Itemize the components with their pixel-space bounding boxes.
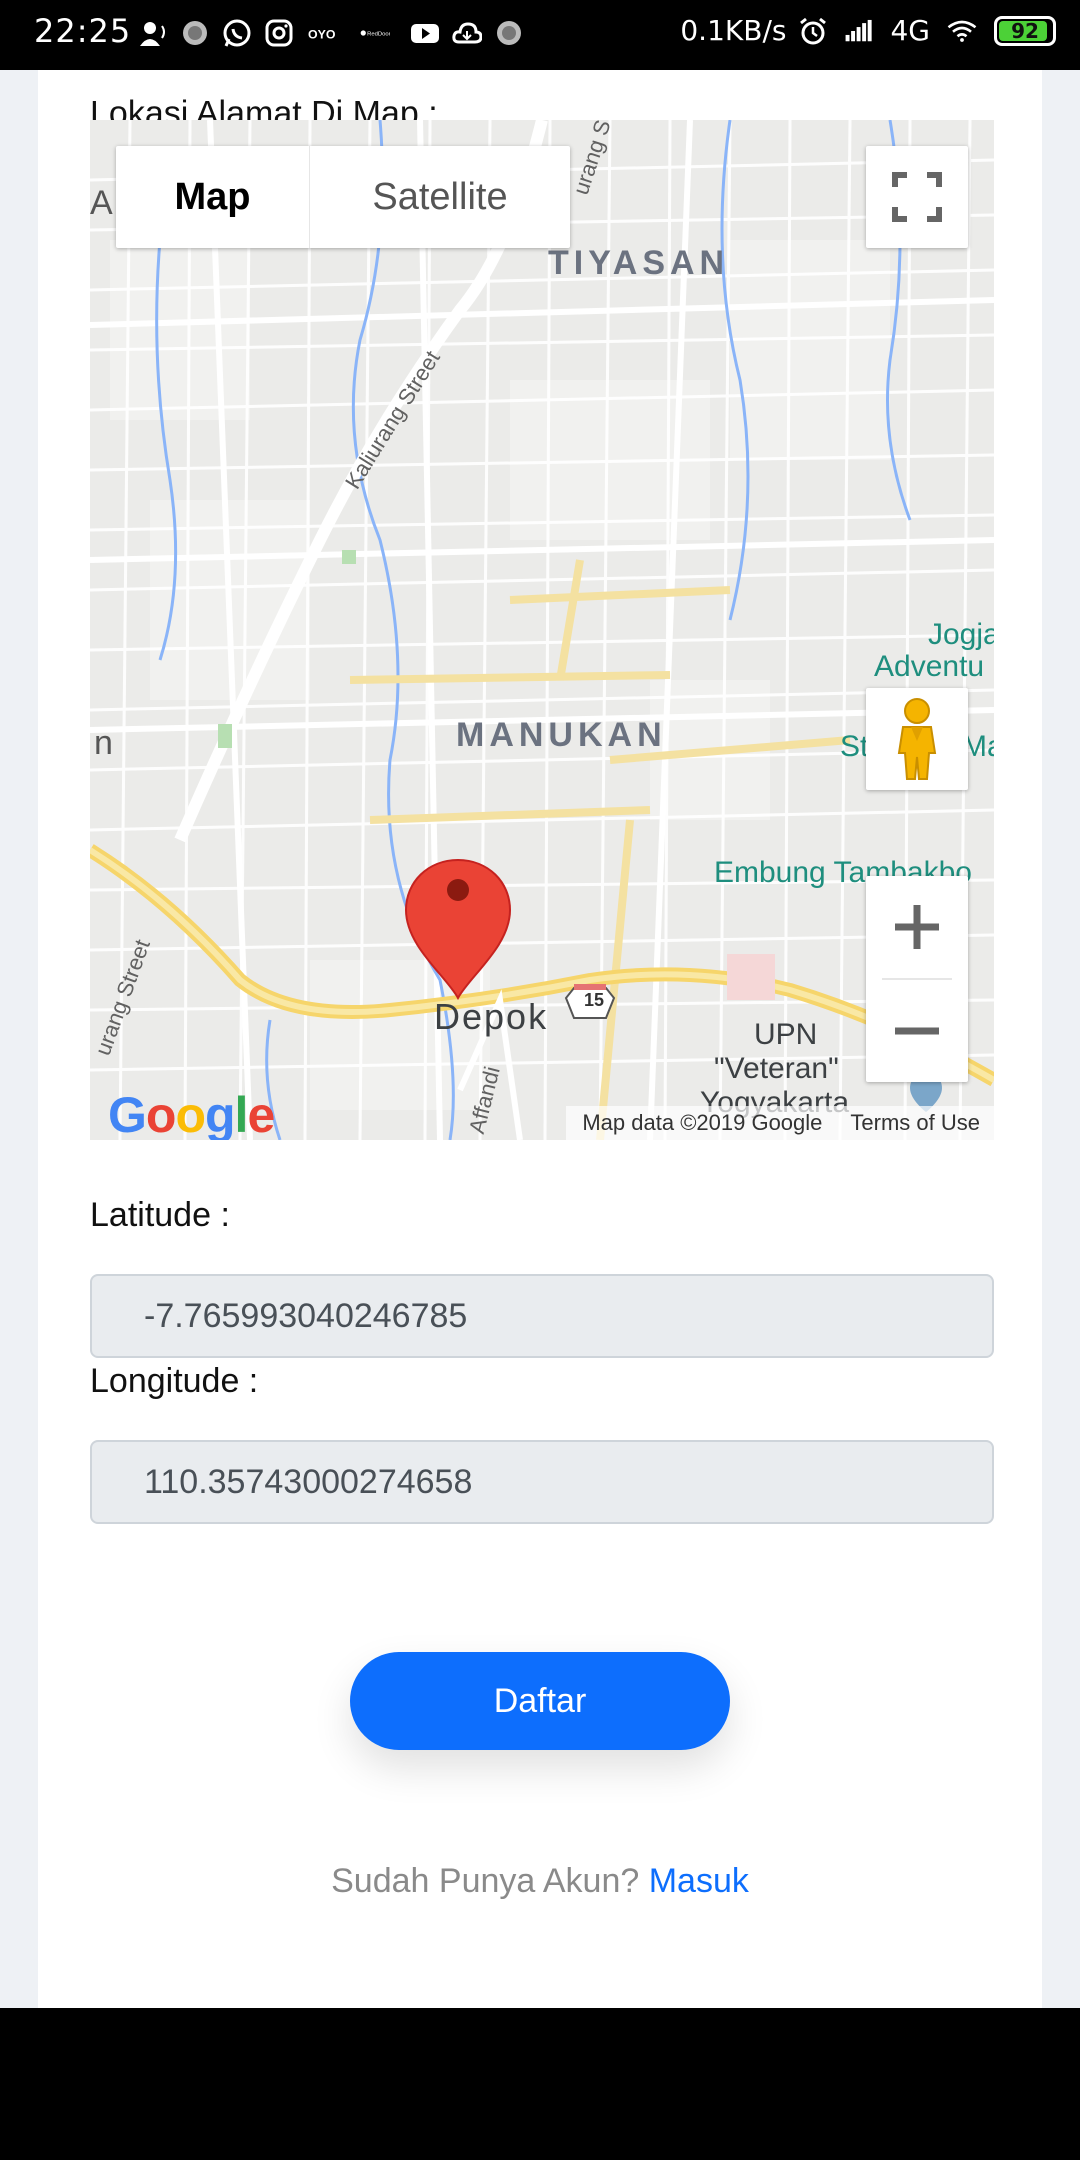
map-label-veteran: "Veteran"	[714, 1052, 839, 1085]
blob-icon	[494, 18, 524, 48]
net-speed: 0.1KB/s	[680, 14, 787, 47]
login-prompt: Sudah Punya Akun? Masuk	[38, 1862, 1042, 1901]
svg-text:OYO: OYO	[308, 27, 336, 41]
svg-text:RedDoorz: RedDoorz	[367, 32, 390, 38]
notification-icons: OYO RedDoorz	[138, 18, 524, 48]
location-map[interactable]: TIYASAN MANUKAN Depok Kaliurang Street u…	[90, 120, 994, 1140]
status-bar: 22:25 OYO RedDoorz 0.1KB/s 4G 92	[0, 0, 1080, 70]
map-label-jogja: Jogja	[928, 618, 994, 651]
cloud-icon	[452, 18, 482, 48]
map-label-adventure: Adventu	[874, 650, 985, 683]
google-logo[interactable]: Google	[108, 1086, 275, 1140]
pegman-icon	[897, 698, 937, 780]
plus-icon	[895, 905, 939, 949]
status-time: 22:25	[34, 12, 132, 50]
battery-level: 92	[1011, 18, 1039, 43]
map-label-st: St	[840, 730, 869, 763]
login-prompt-text: Sudah Punya Akun?	[331, 1862, 640, 1900]
map-type-satellite-button[interactable]: Satellite	[310, 146, 570, 248]
oyo-icon: OYO	[306, 18, 340, 48]
fullscreen-button[interactable]	[866, 146, 968, 248]
masuk-link[interactable]: Masuk	[649, 1862, 749, 1900]
longitude-field[interactable]: 110.35743000274658	[90, 1440, 994, 1524]
map-label-upn: UPN	[754, 1018, 818, 1051]
map-type-control: Map Satellite	[116, 146, 570, 248]
signal-icon	[840, 16, 878, 46]
blob-icon	[180, 18, 210, 48]
navigation-bar	[0, 2008, 1080, 2160]
map-label-manukan: MANUKAN	[456, 716, 667, 754]
network-type: 4G	[890, 14, 930, 47]
daftar-button[interactable]: Daftar	[350, 1652, 730, 1750]
youtube-icon	[410, 18, 440, 48]
map-label-edge-a: A	[90, 184, 113, 222]
longitude-label: Longitude :	[90, 1362, 259, 1400]
minus-icon	[895, 1027, 939, 1035]
reddoorz-icon: RedDoorz	[352, 18, 398, 48]
latitude-label: Latitude :	[90, 1196, 230, 1234]
data-saver-icon	[138, 18, 168, 48]
fullscreen-icon	[892, 172, 942, 222]
map-type-map-button[interactable]: Map	[116, 146, 310, 248]
map-label-tiyasan: TIYASAN	[548, 244, 730, 282]
status-right: 0.1KB/s 4G 92	[680, 14, 1056, 47]
zoom-control	[866, 876, 968, 1082]
instagram-icon	[264, 18, 294, 48]
street-view-button[interactable]	[866, 688, 968, 790]
map-label-edge-n: n	[94, 724, 113, 762]
route-15-label: 15	[584, 990, 605, 1010]
map-attribution: Map data ©2019 Google Terms of Use	[566, 1106, 994, 1140]
map-tiles[interactable]	[90, 120, 994, 1140]
wifi-icon	[942, 16, 982, 46]
registration-card: Lokasi Alamat Di Map : TIYASAN MANUKAN D…	[38, 70, 1042, 2008]
map-label-depok: Depok	[434, 996, 549, 1037]
alarm-icon	[798, 16, 828, 46]
battery-icon: 92	[994, 15, 1056, 46]
terms-of-use-link[interactable]: Terms of Use	[850, 1110, 980, 1136]
latitude-field[interactable]: -7.765993040246785	[90, 1274, 994, 1358]
zoom-out-button[interactable]	[866, 980, 968, 1082]
zoom-in-button[interactable]	[866, 876, 968, 978]
map-data-text: Map data ©2019 Google	[582, 1110, 823, 1135]
whatsapp-icon	[222, 18, 252, 48]
